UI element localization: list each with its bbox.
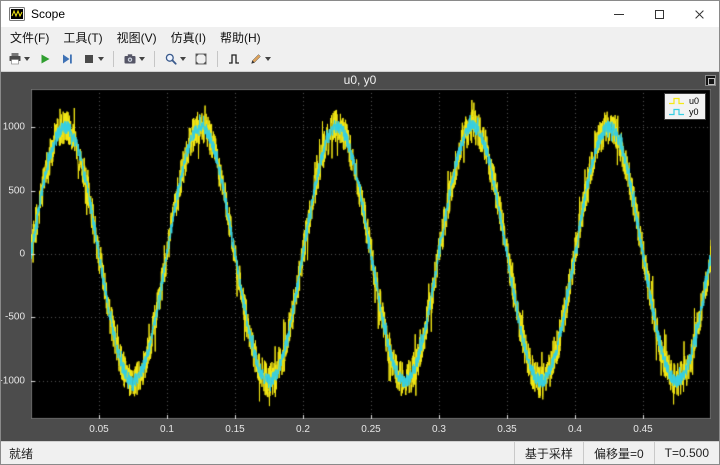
maximize-display-button[interactable] [705,75,716,86]
y-tick-label: 0 [19,248,25,260]
status-cell-time: T=0.500 [653,442,719,464]
style-button[interactable] [246,48,274,70]
y-tick-label: -500 [4,311,25,323]
x-tick-label: 0.2 [296,424,310,435]
snapshot-button[interactable] [120,48,148,70]
x-tick-label: 0.4 [568,424,582,435]
toolbar-separator [113,51,114,67]
minimize-button[interactable] [599,1,639,27]
stop-icon [82,52,96,66]
legend-entry-u0: u0 [668,96,699,106]
scope-window: Scope 文件(F) 工具(T) 视图(V) 仿真(I) 帮助(H) u0, … [0,0,720,465]
x-tick-label: 0.1 [160,424,174,435]
x-tick-label: 0.3 [432,424,446,435]
fit-to-view-icon [194,52,208,66]
menu-item-tools[interactable]: 工具(T) [56,27,109,48]
maximize-button[interactable] [639,1,679,27]
step-forward-button[interactable] [57,48,77,70]
chevron-down-icon [180,57,186,61]
x-tick-label: 0.45 [633,424,653,435]
y-tick-label: 500 [8,185,25,197]
legend-label: y0 [688,107,699,117]
chevron-down-icon [139,57,145,61]
status-bar: 就绪 基于采样 偏移量=0 T=0.500 [1,441,719,464]
status-cell-sample-mode: 基于采样 [513,442,583,464]
legend-label: u0 [688,96,699,106]
legend-line-sample [668,97,684,105]
menu-item-simulation[interactable]: 仿真(I) [164,27,213,48]
chevron-down-icon [24,57,30,61]
x-tick-label: 0.25 [361,424,381,435]
window-controls [599,1,719,27]
title-bar: Scope [1,1,719,27]
menu-bar: 文件(F) 工具(T) 视图(V) 仿真(I) 帮助(H) [1,27,719,47]
run-button[interactable] [35,48,55,70]
y-tick-label: -1000 [0,375,25,387]
scope-app-icon [9,7,25,21]
status-cell-offset: 偏移量=0 [582,442,654,464]
snapshot-icon [123,52,137,66]
stop-button[interactable] [79,48,107,70]
menu-item-help[interactable]: 帮助(H) [213,27,268,48]
toolbar-separator [217,51,218,67]
trigger-button[interactable] [224,48,244,70]
signal-plot-canvas [31,89,711,419]
zoom-icon [164,52,178,66]
menu-item-view[interactable]: 视图(V) [110,27,164,48]
x-tick-label: 0.05 [89,424,109,435]
toolbar-separator [154,51,155,67]
legend-line-sample [668,108,684,116]
minimize-icon [614,13,624,15]
x-tick-label: 0.15 [225,424,245,435]
run-icon [38,52,52,66]
y-axis-labels: 1000 500 0 -500 -1000 [1,89,28,419]
trigger-icon [227,52,241,66]
close-icon [694,9,705,20]
legend-entry-y0: y0 [668,107,699,117]
chevron-down-icon [98,57,104,61]
legend[interactable]: u0 y0 [663,93,706,120]
zoom-button[interactable] [161,48,189,70]
scope-display: u0, y0 u0 y0 1000 500 0 -500 -1000 0.05 0.1 0.1… [1,72,719,441]
window-title: Scope [31,7,66,21]
status-text: 就绪 [9,446,34,461]
style-icon [249,52,263,66]
x-tick-label: 0.35 [497,424,517,435]
chevron-down-icon [265,57,271,61]
plot-axes[interactable]: u0 y0 [31,89,711,419]
fit-to-view-button[interactable] [191,48,211,70]
menu-item-file[interactable]: 文件(F) [3,27,56,48]
print-button[interactable] [5,48,33,70]
print-icon [8,52,22,66]
status-cells: 基于采样 偏移量=0 T=0.500 [513,442,719,464]
close-button[interactable] [679,1,719,27]
y-tick-label: 1000 [2,121,25,133]
step-forward-icon [60,52,74,66]
maximize-icon [654,9,664,19]
x-axis-labels: 0.05 0.1 0.15 0.2 0.25 0.3 0.35 0.4 0.45 [31,424,711,437]
plot-title: u0, y0 [343,73,377,87]
toolbar [1,47,719,72]
